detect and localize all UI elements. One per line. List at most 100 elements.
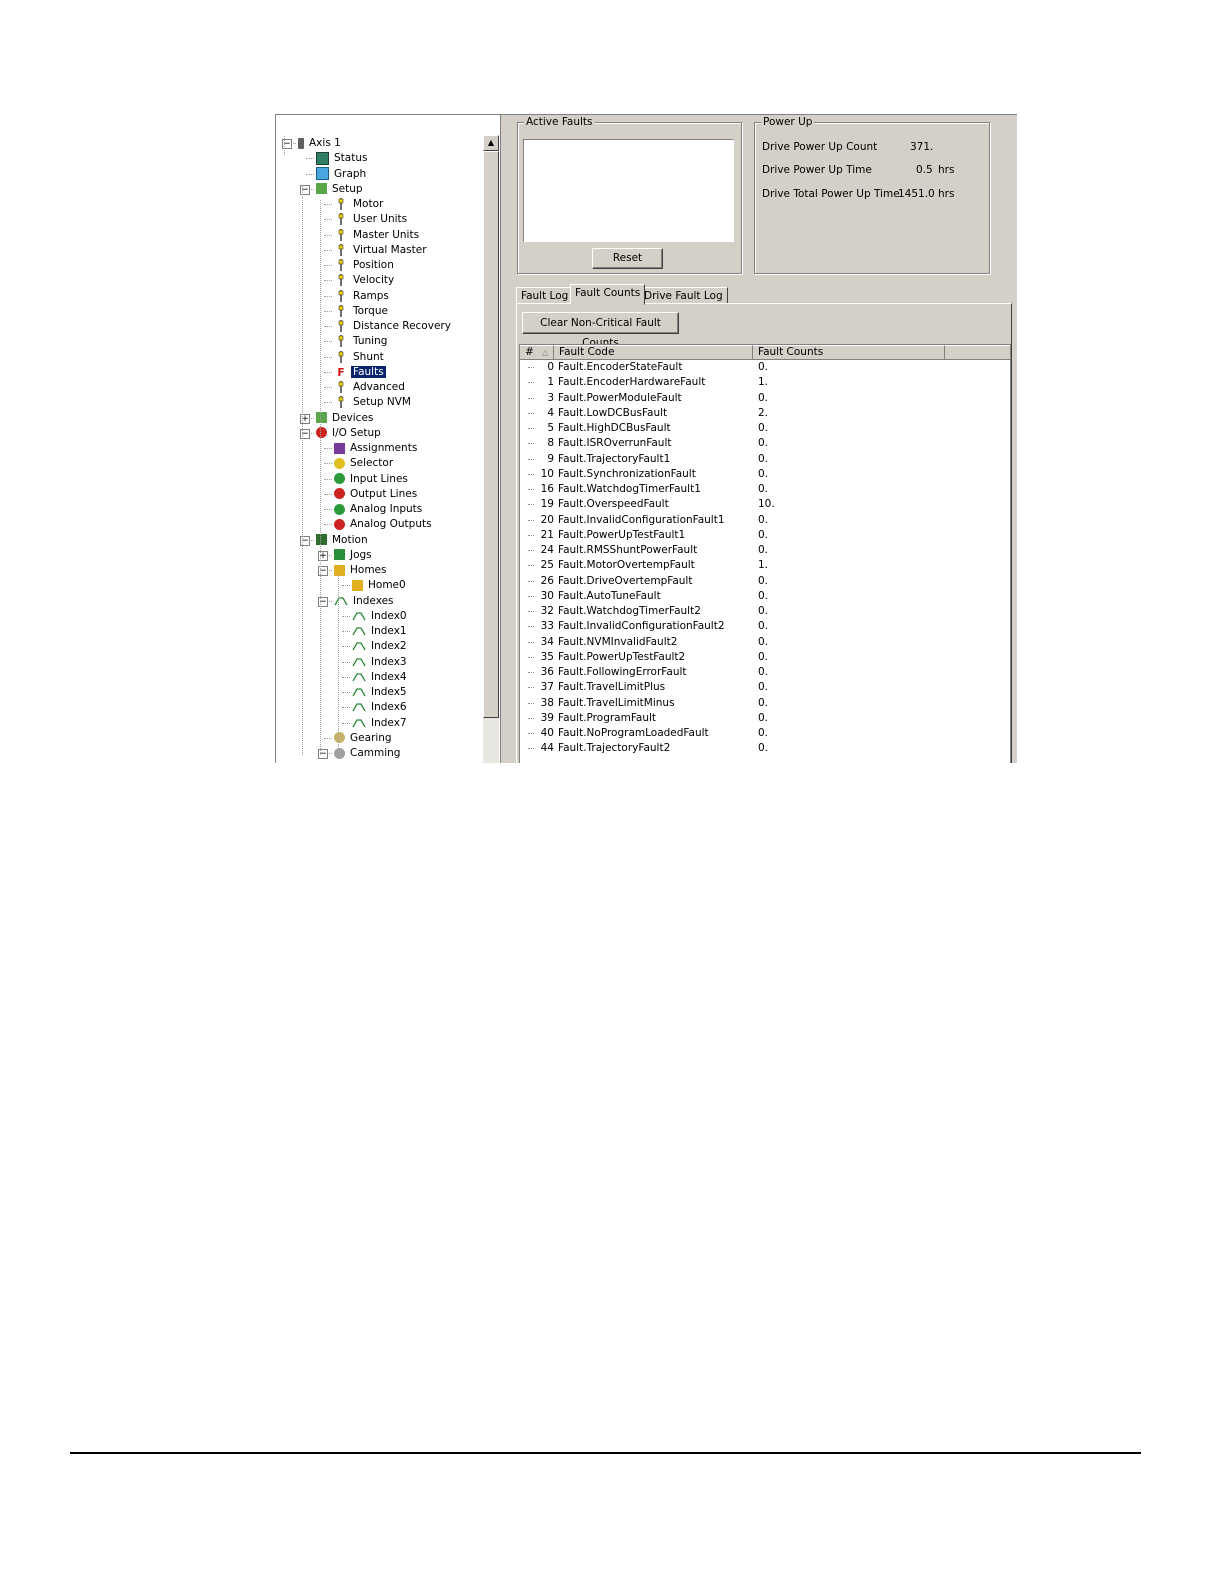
tree-item-jogs[interactable]: Jogs <box>334 548 374 563</box>
tree-item-analog-inputs[interactable]: Analog Inputs <box>334 502 424 517</box>
tree-item-tuning[interactable]: Tuning <box>334 334 389 349</box>
tree-item-label: Gearing <box>350 731 392 744</box>
tree-item-distance-recovery[interactable]: Distance Recovery <box>334 319 453 334</box>
tree-item-camming[interactable]: Camming <box>334 746 402 761</box>
fault-counts-grid[interactable]: # △ Fault Code Fault Counts 0 Fault.Encod… <box>519 344 1011 763</box>
tree-item-output-lines[interactable]: Output Lines <box>334 487 419 502</box>
tree-item-faults[interactable]: F Faults <box>334 365 386 380</box>
table-row[interactable]: 38 Fault.TravelLimitMinus 0. <box>520 696 1010 711</box>
table-row[interactable]: 24 Fault.RMSShuntPowerFault 0. <box>520 543 1010 558</box>
tree-item-index4[interactable]: Index4 <box>352 670 409 685</box>
table-row[interactable]: 33 Fault.InvalidConfigurationFault2 0. <box>520 619 1010 634</box>
output-lines-icon <box>334 488 345 500</box>
tree-item-index3[interactable]: Index3 <box>352 655 409 670</box>
tree-item-label: Index2 <box>371 640 407 653</box>
tree-item-index0[interactable]: Index0 <box>352 609 409 624</box>
tree-item-home0[interactable]: Home0 <box>352 578 408 593</box>
clear-non-critical-fault-counts-button[interactable]: Clear Non-Critical Fault Counts <box>522 312 679 349</box>
master-units-icon <box>334 228 348 241</box>
power-up-count-label: Drive Power Up Count <box>762 141 878 153</box>
table-row[interactable]: 40 Fault.NoProgramLoadedFault 0. <box>520 726 1010 741</box>
table-row[interactable]: 16 Fault.WatchdogTimerFault1 0. <box>520 482 1010 497</box>
tree-item-label: Camming <box>350 747 401 759</box>
tree-item-setup[interactable]: Setup <box>316 182 365 197</box>
column-header-fault-code[interactable]: Fault Code <box>554 345 753 360</box>
table-row[interactable]: 34 Fault.NVMInvalidFault2 0. <box>520 635 1010 650</box>
tree-vertical-scrollbar[interactable]: ▲ <box>483 135 499 763</box>
shunt-icon <box>334 350 348 363</box>
table-row[interactable]: 20 Fault.InvalidConfigurationFault1 0. <box>520 513 1010 528</box>
tree-item-index6[interactable]: Index6 <box>352 700 409 715</box>
fault-number: 40 <box>520 726 554 741</box>
tree-connector <box>324 371 332 373</box>
table-row[interactable]: 0 Fault.EncoderStateFault 0. <box>520 360 1010 375</box>
table-row[interactable]: 37 Fault.TravelLimitPlus 0. <box>520 680 1010 695</box>
tree-item-advanced[interactable]: Advanced <box>334 380 407 395</box>
table-row[interactable]: 39 Fault.ProgramFault 0. <box>520 711 1010 726</box>
tree-item-motion[interactable]: Motion <box>316 533 370 548</box>
tree-item-analog-outputs[interactable]: Analog Outputs <box>334 517 434 532</box>
tree-item-setup-nvm[interactable]: Setup NVM <box>334 395 413 410</box>
tree-item-ramps[interactable]: Ramps <box>334 289 391 304</box>
tree-item-axis-1[interactable]: Axis 1 <box>298 136 343 151</box>
table-row[interactable]: 19 Fault.OverspeedFault 10. <box>520 497 1010 512</box>
table-row[interactable]: 25 Fault.MotorOvertempFault 1. <box>520 558 1010 573</box>
tree-item-label: Faults <box>351 365 386 378</box>
tree-item-status[interactable]: Status <box>316 151 369 166</box>
tree-item-homes[interactable]: Homes <box>334 563 388 578</box>
table-row[interactable]: 9 Fault.TrajectoryFault1 0. <box>520 452 1010 467</box>
navigation-tree[interactable]: Axis 1− Status Graph Setup − Motor User Units M… <box>276 115 483 763</box>
table-row[interactable]: 4 Fault.LowDCBusFault 2. <box>520 406 1010 421</box>
tree-item-master-units[interactable]: Master Units <box>334 228 421 243</box>
table-row[interactable]: 3 Fault.PowerModuleFault 0. <box>520 391 1010 406</box>
tree-item-virtual-master[interactable]: Virtual Master <box>334 243 429 258</box>
tree-item-torque[interactable]: Torque <box>334 304 390 319</box>
scroll-up-arrow-icon[interactable]: ▲ <box>483 135 499 151</box>
tree-item-position[interactable]: Position <box>334 258 396 273</box>
tree-connector <box>306 173 314 175</box>
tree-item-label: Input Lines <box>350 472 408 485</box>
tree-item-shunt[interactable]: Shunt <box>334 350 386 365</box>
fault-count: 0. <box>758 666 769 678</box>
table-row[interactable]: 5 Fault.HighDCBusFault 0. <box>520 421 1010 436</box>
tree-item-graph[interactable]: Graph <box>316 167 368 182</box>
tree-guide-line <box>338 575 339 755</box>
tree-item-user-units[interactable]: User Units <box>334 212 409 227</box>
tree-item-selector[interactable]: Selector <box>334 456 395 471</box>
table-row[interactable]: 10 Fault.SynchronizationFault 0. <box>520 467 1010 482</box>
column-header-fault-counts[interactable]: Fault Counts <box>753 345 945 360</box>
tree-item-i-o-setup[interactable]: I/O Setup <box>316 426 383 441</box>
fault-code: Fault.WatchdogTimerFault2 <box>558 605 701 617</box>
tree-item-label: Master Units <box>353 228 420 241</box>
indexes-icon <box>334 595 348 607</box>
scroll-thumb[interactable] <box>483 151 499 718</box>
table-row[interactable]: 26 Fault.DriveOvertempFault 0. <box>520 574 1010 589</box>
tree-item-index1[interactable]: Index1 <box>352 624 409 639</box>
table-row[interactable]: 36 Fault.FollowingErrorFault 0. <box>520 665 1010 680</box>
tree-item-velocity[interactable]: Velocity <box>334 273 396 288</box>
fault-code: Fault.TravelLimitMinus <box>558 696 675 709</box>
table-row[interactable]: 44 Fault.TrajectoryFault2 0. <box>520 741 1010 756</box>
table-row[interactable]: 30 Fault.AutoTuneFault 0. <box>520 589 1010 604</box>
tree-item-assignments[interactable]: Assignments <box>334 441 419 456</box>
reset-button[interactable]: Reset <box>592 248 663 269</box>
tree-item-gearing[interactable]: Gearing <box>334 731 394 746</box>
tree-item-indexes[interactable]: Indexes <box>334 594 396 609</box>
tree-item-input-lines[interactable]: Input Lines <box>334 472 410 487</box>
column-header-number[interactable]: # △ <box>520 345 554 360</box>
table-row[interactable]: 21 Fault.PowerUpTestFault1 0. <box>520 528 1010 543</box>
axis-icon <box>298 137 304 149</box>
tree-item-index5[interactable]: Index5 <box>352 685 409 700</box>
tree-item-index2[interactable]: Index2 <box>352 639 409 654</box>
tree-item-devices[interactable]: Devices <box>316 411 375 426</box>
tab-fault-counts[interactable]: Fault Counts <box>570 284 646 305</box>
table-row[interactable]: 8 Fault.ISROverrunFault 0. <box>520 436 1010 451</box>
table-row[interactable]: 1 Fault.EncoderHardwareFault 1. <box>520 375 1010 390</box>
tree-item-motor[interactable]: Motor <box>334 197 385 212</box>
tree-item-index7[interactable]: Index7 <box>352 716 409 731</box>
table-row[interactable]: 32 Fault.WatchdogTimerFault2 0. <box>520 604 1010 619</box>
virtual-master-icon <box>334 243 348 256</box>
position-icon <box>334 259 348 271</box>
active-faults-list[interactable] <box>523 139 734 242</box>
table-row[interactable]: 35 Fault.PowerUpTestFault2 0. <box>520 650 1010 665</box>
